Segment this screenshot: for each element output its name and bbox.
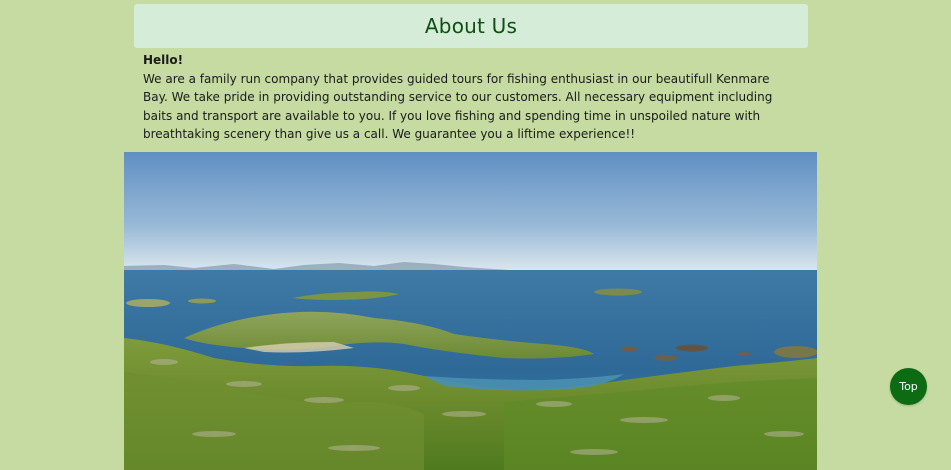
- bay-landscape-image: [124, 152, 817, 470]
- page-title: About Us: [424, 14, 518, 38]
- about-intro: Hello! We are a family run company that …: [143, 51, 795, 144]
- about-paragraph: We are a family run company that provide…: [143, 71, 773, 142]
- scroll-to-top-button[interactable]: Top: [890, 368, 927, 405]
- about-page: About Us Hello! We are a family run comp…: [0, 0, 951, 470]
- greeting-text: Hello!: [143, 53, 184, 67]
- about-header: About Us: [134, 4, 808, 48]
